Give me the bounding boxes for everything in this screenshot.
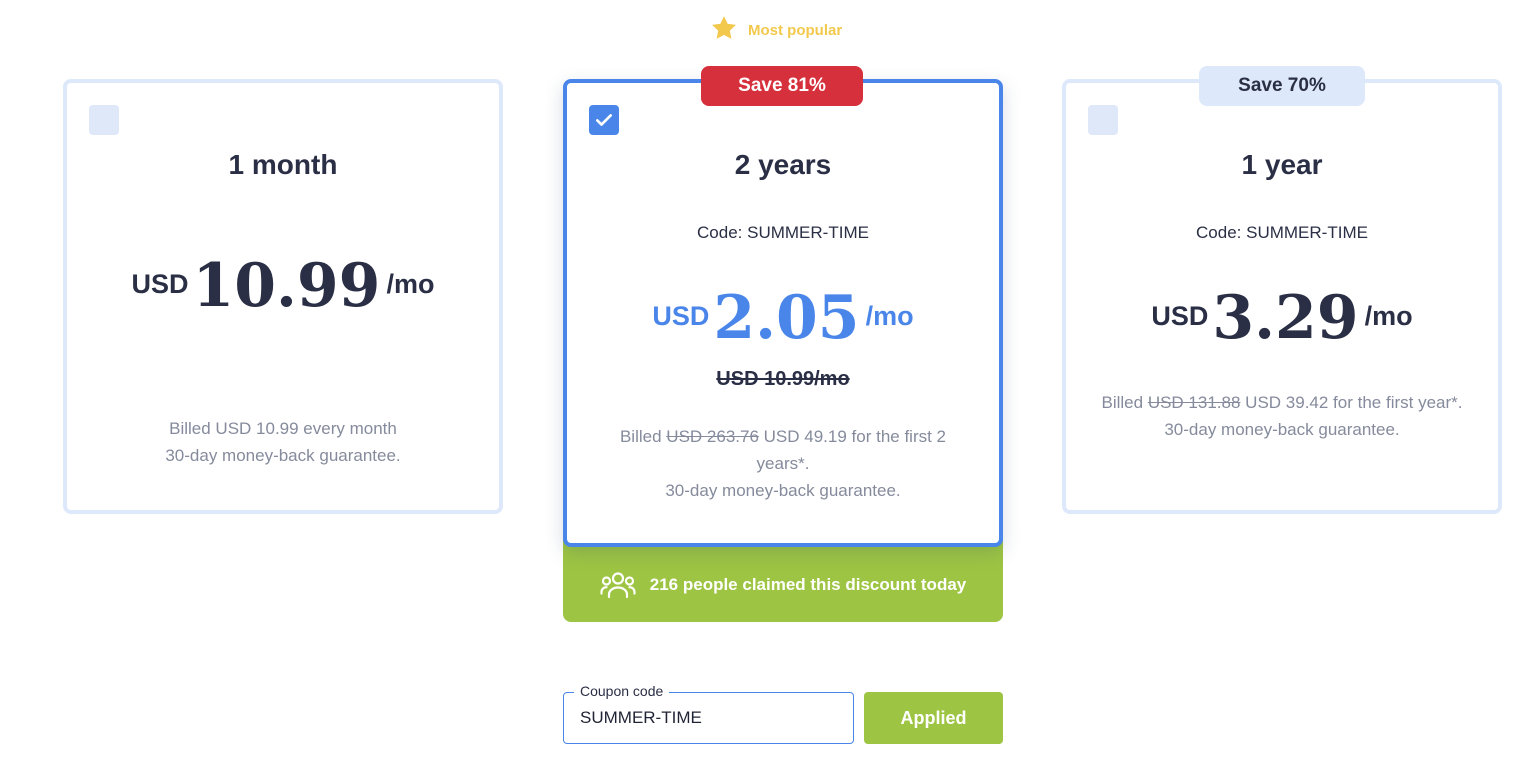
- save-badge: Save 81%: [701, 66, 863, 106]
- most-popular-tag: Most popular: [710, 14, 843, 47]
- plan-checkbox-2-years[interactable]: [589, 105, 619, 135]
- plan-card-1-month[interactable]: 1 month USD 10.99 /mo Billed USD 10.99 e…: [63, 79, 503, 514]
- billing-line: Billed USD 263.76 USD 49.19 for the firs…: [597, 423, 969, 477]
- guarantee-line: 30-day money-back guarantee.: [665, 481, 901, 500]
- plan-card-2-years[interactable]: Save 81% 2 years Code: SUMMER-TIME USD 2…: [563, 66, 1003, 547]
- plan-checkbox-1-year[interactable]: [1088, 105, 1118, 135]
- claimed-discount-banner: 216 people claimed this discount today: [563, 540, 1003, 622]
- plan-card-1-year[interactable]: Save 70% 1 year Code: SUMMER-TIME USD 3.…: [1062, 66, 1502, 514]
- pricing-page: Most popular 1 month USD 10.99 /mo Bille…: [0, 0, 1538, 769]
- star-icon: [710, 14, 738, 47]
- coupon-label: Coupon code: [574, 683, 670, 699]
- promo-code-label: Code: SUMMER-TIME: [697, 223, 869, 242]
- plan-billing-info: Billed USD 131.88 USD 39.42 for the firs…: [1096, 389, 1468, 443]
- billing-original-total: USD 131.88: [1147, 393, 1241, 412]
- claimed-text: 216 people claimed this discount today: [649, 574, 967, 594]
- billing-line: Billed USD 131.88 USD 39.42 for the firs…: [1096, 389, 1468, 416]
- coupon-input[interactable]: [580, 705, 830, 731]
- billing-prefix: Billed: [1101, 393, 1144, 412]
- price-currency: USD: [652, 301, 710, 331]
- plan-billing-info: Billed USD 263.76 USD 49.19 for the firs…: [597, 423, 969, 504]
- plan-title: 1 year: [1241, 149, 1323, 180]
- billing-discounted-total: USD 39.42 for the first year*.: [1245, 393, 1463, 412]
- guarantee-line: 30-day money-back guarantee.: [1164, 420, 1400, 439]
- price-amount: 2.05: [713, 283, 860, 353]
- billing-prefix: Billed: [619, 427, 662, 446]
- price-amount: 3.29: [1212, 283, 1359, 353]
- price-period: /mo: [1364, 301, 1413, 331]
- plan-title: 1 month: [228, 149, 338, 180]
- price-period: /mo: [865, 301, 914, 331]
- original-price: USD 10.99/mo: [716, 368, 850, 390]
- checkmark-icon: [596, 114, 612, 126]
- plan-price: USD 2.05 /mo: [567, 285, 999, 351]
- billing-discounted-total: USD 49.19 for the first 2 years*.: [756, 427, 947, 473]
- coupon-field[interactable]: Coupon code: [563, 683, 854, 744]
- plan-checkbox-1-month[interactable]: [89, 105, 119, 135]
- save-badge: Save 70%: [1199, 66, 1365, 106]
- applied-button[interactable]: Applied: [864, 692, 1003, 744]
- plan-price: USD 3.29 /mo: [1066, 285, 1498, 351]
- price-currency: USD: [131, 269, 189, 299]
- promo-code-label: Code: SUMMER-TIME: [1196, 223, 1368, 242]
- plan-billing-info: Billed USD 10.99 every month 30-day mone…: [97, 415, 469, 469]
- price-amount: 10.99: [192, 251, 381, 321]
- plan-title: 2 years: [734, 149, 832, 180]
- most-popular-label: Most popular: [748, 21, 843, 39]
- price-period: /mo: [386, 269, 435, 299]
- guarantee-line: 30-day money-back guarantee.: [165, 446, 401, 465]
- billing-original-total: USD 263.76: [666, 427, 759, 446]
- billing-line: Billed USD 10.99 every month: [169, 419, 397, 438]
- price-currency: USD: [1151, 301, 1209, 331]
- people-icon: [600, 571, 636, 598]
- plan-price: USD 10.99 /mo: [67, 253, 499, 319]
